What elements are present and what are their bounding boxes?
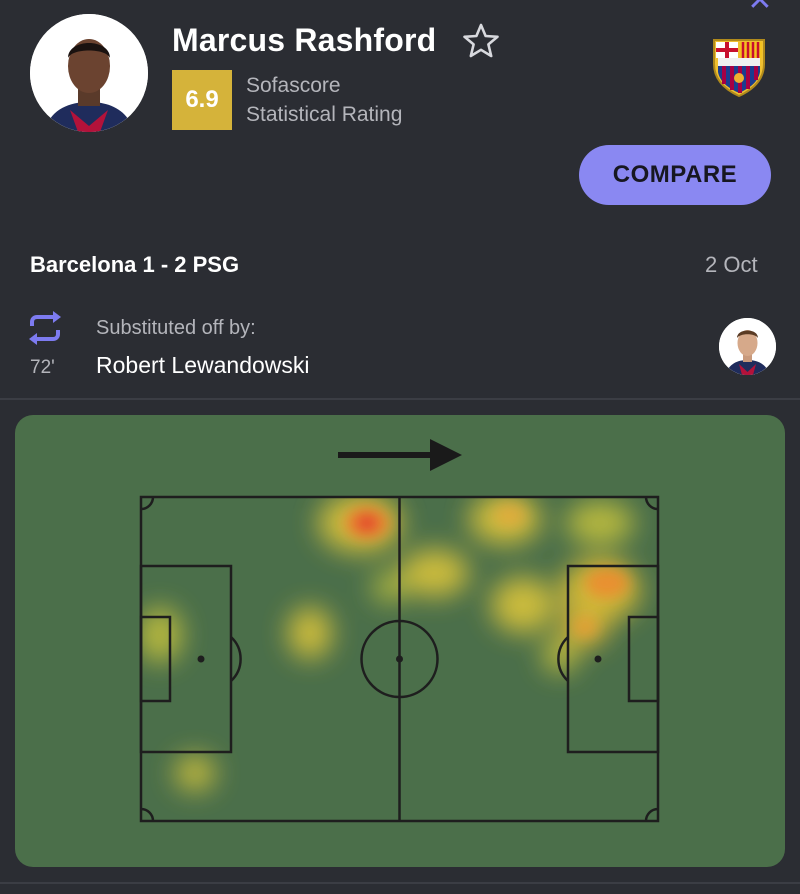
compare-button[interactable]: COMPARE	[579, 145, 771, 205]
pitch-spots	[197, 655, 602, 663]
player-avatar	[30, 14, 148, 132]
substitution-minute: 72'	[30, 357, 55, 378]
substitution-icon	[26, 310, 64, 346]
rating-label-line2: Statistical Rating	[246, 103, 403, 126]
direction-arrow-icon	[338, 439, 462, 471]
match-title[interactable]: Barcelona 1 - 2 PSG	[30, 251, 239, 279]
match-date: 2 Oct	[705, 252, 758, 277]
heatmap-card	[15, 415, 785, 867]
club-crest[interactable]	[710, 36, 768, 98]
player-name: Marcus Rashford	[172, 22, 437, 58]
substitute-player-name[interactable]: Robert Lewandowski	[96, 350, 310, 380]
close-icon[interactable]: ✕	[745, 0, 775, 16]
substitution-label: Substituted off by:	[96, 317, 256, 339]
divider	[0, 398, 800, 400]
star-icon[interactable]	[462, 22, 500, 60]
divider	[0, 882, 800, 884]
substitute-player-avatar[interactable]	[719, 318, 776, 375]
rating-label-line1: Sofascore	[246, 74, 341, 97]
rating-badge: 6.9	[172, 70, 232, 130]
